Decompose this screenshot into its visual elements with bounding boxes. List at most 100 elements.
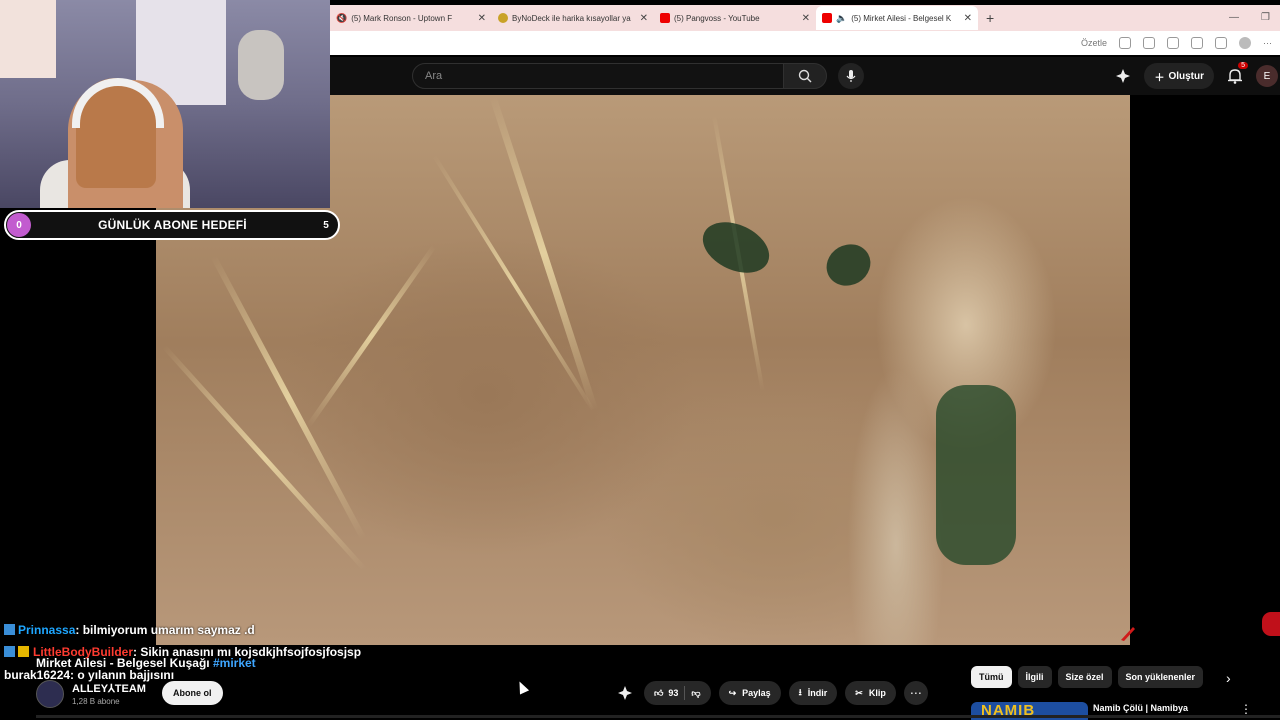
tab-title: (5) Pangvoss - YouTube [674, 13, 760, 23]
favorite-icon[interactable] [1167, 37, 1179, 49]
chip-for-you[interactable]: Size özel [1057, 666, 1112, 688]
thumbs-down-icon: 👎︎ [691, 687, 701, 698]
divider [684, 686, 686, 700]
bynodeck-favicon-icon [498, 13, 508, 23]
badge-icon [18, 646, 29, 657]
goal-target: 5 [323, 219, 329, 231]
chat-message: Prinnassa: bilmiyorum umarım saymaz .d [4, 623, 255, 637]
goal-current: 0 [7, 213, 31, 237]
browser-toolbar: Özetle ⋯ [330, 31, 1280, 55]
close-icon[interactable]: ✕ [802, 13, 810, 24]
search-button[interactable] [783, 63, 827, 89]
grass-blade [489, 95, 598, 412]
channel-name[interactable]: ALLEY⅄TEAM [72, 682, 146, 695]
browser-tab[interactable]: (5) Pangvoss - YouTube ✕ [654, 6, 816, 30]
speaker-icon[interactable]: 🔈 [836, 13, 847, 24]
create-button[interactable]: ＋ Oluştur [1144, 63, 1214, 89]
browser-tab[interactable]: ByNoDeck ile harika kısayollar ya ✕ [492, 6, 654, 30]
clip-button[interactable]: ✂ Klip [845, 681, 896, 705]
vertical-more-icon[interactable]: ⋮ [1240, 702, 1252, 716]
chevron-right-icon[interactable]: › [1226, 670, 1231, 686]
hashtag-link[interactable]: #mirket [213, 656, 256, 670]
badge-icon [4, 624, 15, 635]
share-label: Paylaş [742, 688, 771, 698]
channel-avatar[interactable] [36, 680, 64, 708]
progress-bar[interactable] [36, 715, 1280, 718]
share-button[interactable]: ↪ Paylaş [718, 681, 781, 705]
thumbs-up-icon: 👍︎ [654, 687, 664, 698]
download-button[interactable]: ⭳ İndir [788, 681, 838, 705]
profile-avatar[interactable] [1239, 37, 1251, 49]
plus-icon: ＋ [1154, 72, 1165, 84]
search-icon [798, 69, 812, 83]
new-tab-icon[interactable]: + [986, 10, 994, 26]
shadow-patch [936, 385, 1016, 565]
window-controls: — ❐ [1229, 5, 1270, 29]
youtube-favicon-icon [660, 13, 670, 23]
webcam-overlay [0, 0, 330, 208]
header-actions: ＋ Oluştur 5 E [1112, 62, 1280, 89]
chip-recently-uploaded[interactable]: Son yüklenenler [1117, 666, 1204, 688]
desk-fan [238, 30, 284, 100]
red-brush-icon [1121, 627, 1135, 641]
sparkle-icon[interactable] [1112, 65, 1134, 87]
tab-title: (5) Mirket Ailesi - Belgesel K [851, 13, 952, 23]
download-label: İndir [807, 688, 828, 698]
voice-search-button[interactable] [838, 63, 864, 89]
share-icon: ↪ [728, 687, 737, 698]
muted-speaker-icon[interactable]: 🔇 [336, 13, 347, 24]
ask-sparkle-icon[interactable] [614, 682, 636, 704]
summarize-button[interactable]: Özetle [1081, 38, 1107, 48]
browser-tab-active[interactable]: 🔈 (5) Mirket Ailesi - Belgesel K ✕ [816, 6, 978, 30]
grid-icon[interactable] [1119, 37, 1131, 49]
grass-blade [210, 255, 367, 541]
more-options-icon[interactable]: ⋯ [1263, 38, 1272, 49]
more-actions-button[interactable]: ⋯ [903, 681, 928, 705]
microphone-icon [846, 70, 856, 82]
close-icon[interactable]: ✕ [640, 13, 648, 24]
meerkat-eye [694, 212, 778, 283]
maximize-icon[interactable]: ❐ [1261, 12, 1270, 23]
chip-all[interactable]: Tümü [971, 666, 1012, 688]
related-video-title[interactable]: Namib Çölü | Namibya [1093, 703, 1188, 713]
like-button[interactable]: 👍︎ 93 [654, 688, 678, 699]
chat-username: Prinnassa [18, 623, 76, 637]
close-icon[interactable]: ✕ [478, 13, 486, 24]
chat-text: : bilmiyorum umarım saymaz .d [75, 623, 255, 637]
close-icon[interactable]: ✕ [964, 13, 972, 24]
clip-label: Klip [868, 688, 886, 698]
grass-blade [432, 155, 595, 412]
channel-subscriber-count: 1,28 B abone [72, 697, 120, 706]
notifications-button[interactable]: 5 [1224, 62, 1248, 87]
badge-icon [4, 646, 15, 657]
youtube-header: Ara ＋ Oluştur 5 E [330, 57, 1280, 95]
like-count: 93 [668, 688, 679, 698]
notification-badge: 5 [1238, 62, 1248, 69]
grass-blade [162, 345, 367, 572]
youtube-favicon-icon [822, 13, 832, 23]
dislike-button[interactable]: 👎︎ [691, 688, 700, 699]
create-label: Oluştur [1168, 70, 1204, 82]
subscriber-goal-bar: 0 GÜNLÜK ABONE HEDEFİ 5 [4, 210, 340, 240]
mouse-cursor [514, 679, 530, 695]
browser-tab[interactable]: 🔇 (5) Mark Ronson - Uptown F ✕ [330, 6, 492, 30]
chip-related[interactable]: İlgili [1017, 666, 1052, 688]
browser-tab-bar: 🔇 (5) Mark Ronson - Uptown F ✕ ByNoDeck … [330, 5, 1280, 31]
tab-title: ByNoDeck ile harika kısayollar ya [512, 13, 631, 23]
subscribe-button[interactable]: Abone ol [162, 681, 223, 705]
read-aloud-icon[interactable] [1143, 37, 1155, 49]
collections-icon[interactable] [1215, 37, 1227, 49]
search-input[interactable]: Ara [412, 63, 784, 89]
channel-info: ALLEY⅄TEAM 1,28 B abone [36, 680, 146, 708]
subscribe-watermark-icon[interactable] [1262, 612, 1280, 636]
tab-title: (5) Mark Ronson - Uptown F [351, 13, 453, 23]
minimize-icon[interactable]: — [1229, 12, 1239, 23]
video-actions: 👍︎ 93 👎︎ ↪ Paylaş ⭳ İndir ✂ Klip ⋯ [614, 681, 928, 705]
user-avatar[interactable]: E [1256, 65, 1278, 87]
like-dislike-group: 👍︎ 93 👎︎ [644, 681, 711, 705]
wall-poster [0, 0, 56, 78]
download-icon: ⭳ [798, 687, 802, 697]
meerkat-eye [819, 236, 878, 294]
related-filter-chips: Tümü İlgili Size özel Son yüklenenler [971, 666, 1204, 688]
extensions-icon[interactable] [1191, 37, 1203, 49]
